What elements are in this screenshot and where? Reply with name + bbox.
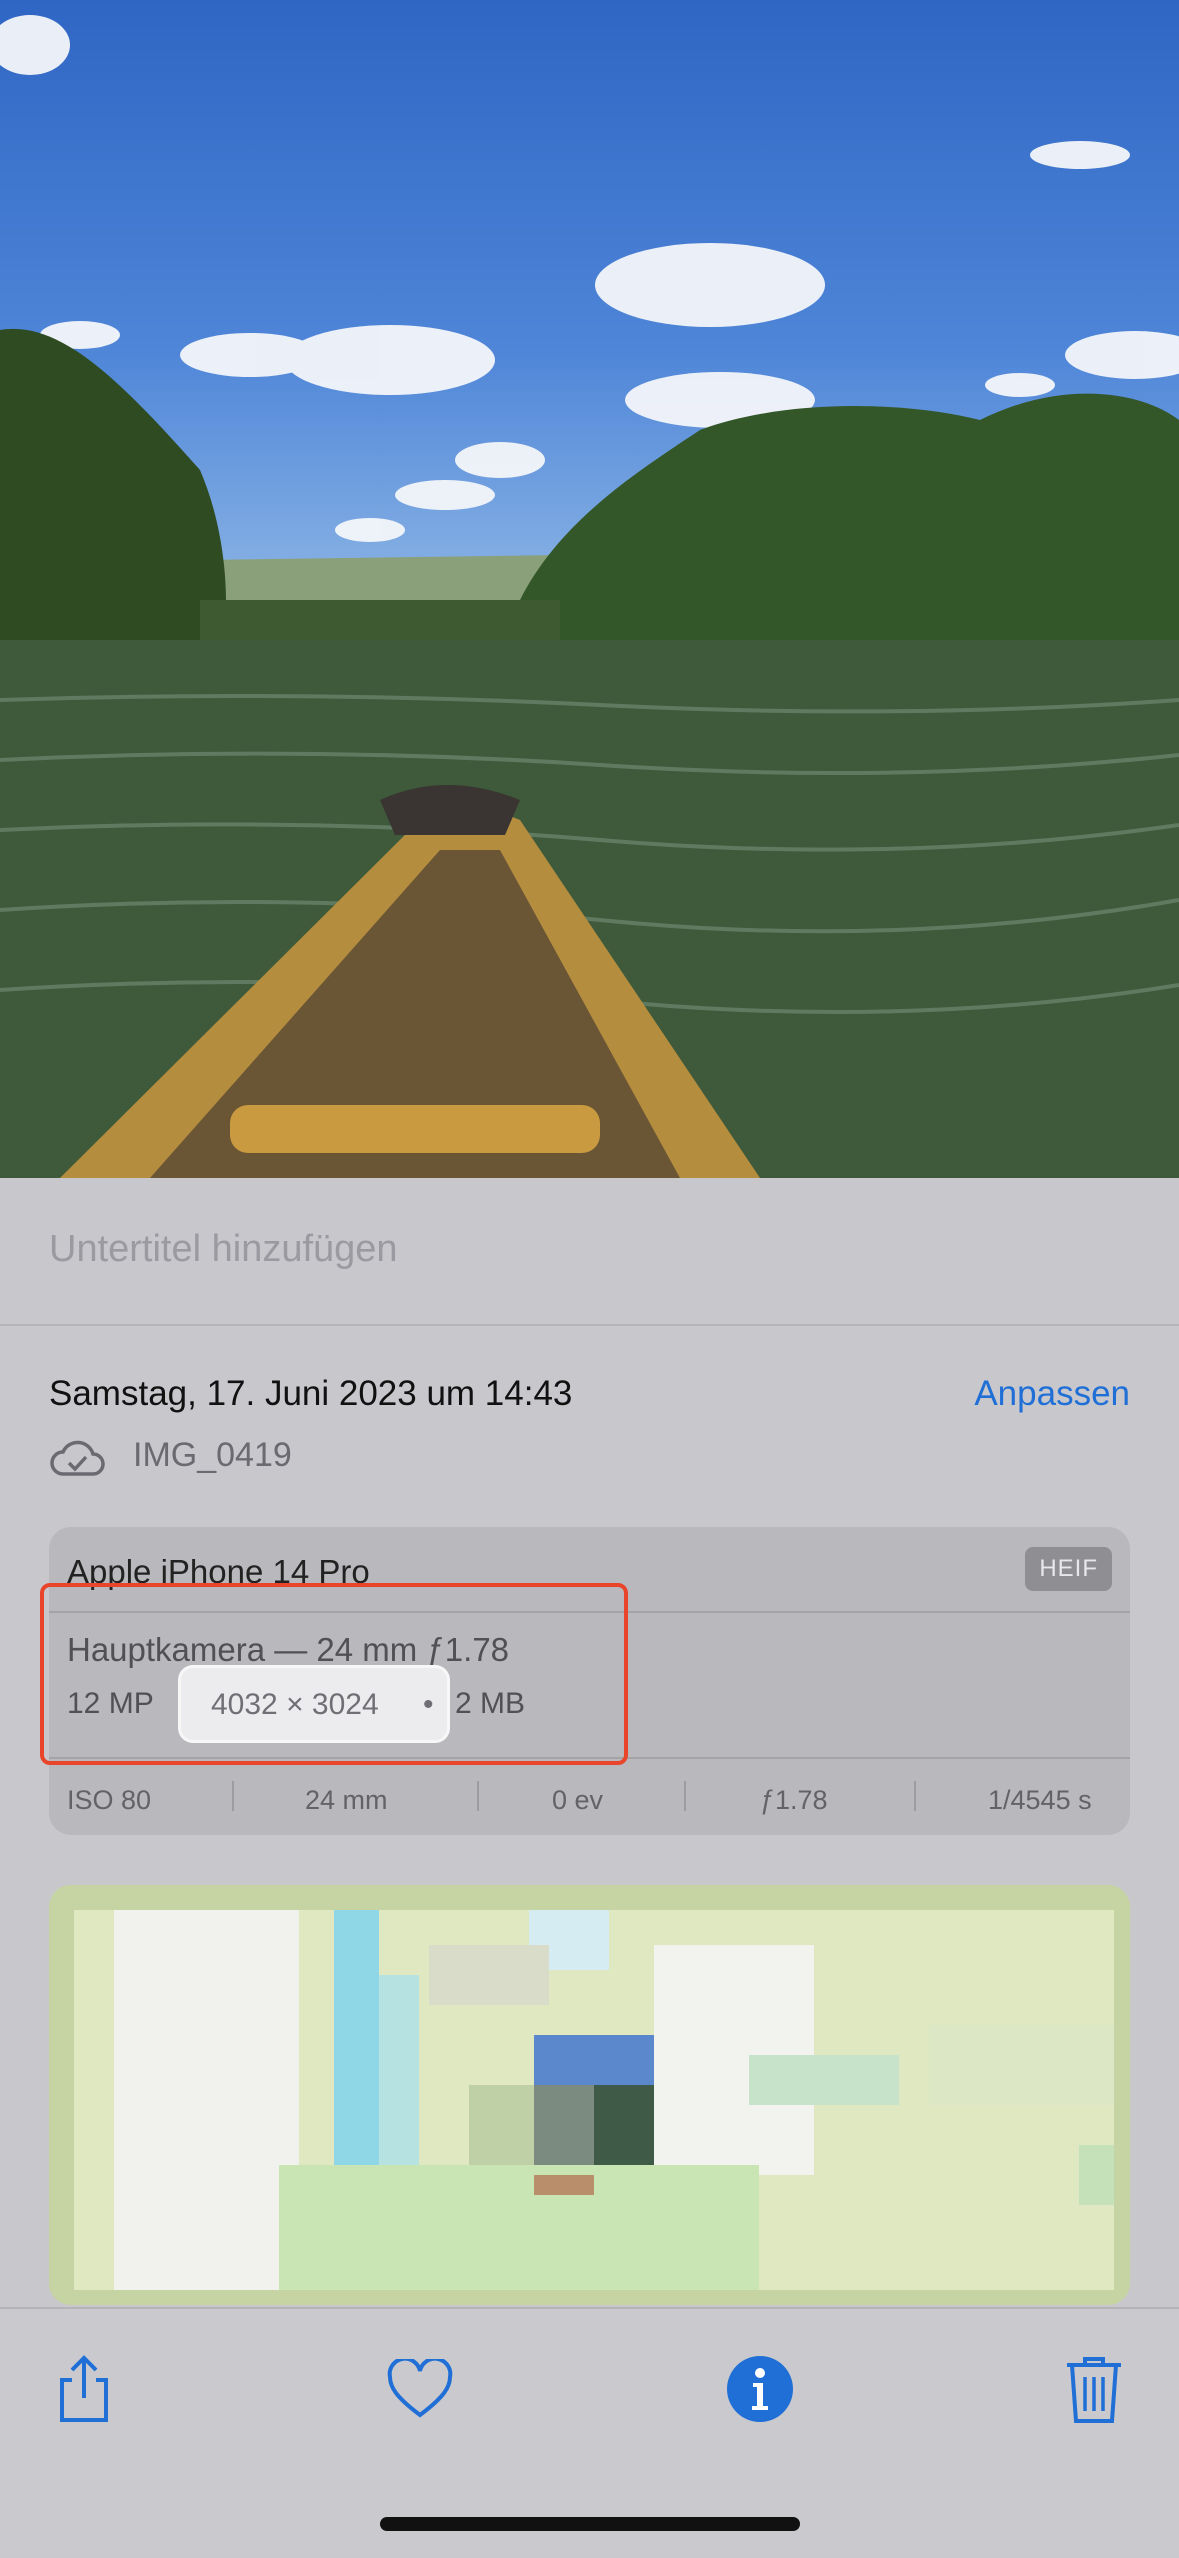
caption-field[interactable]: Untertitel hinzufügen <box>0 1178 1179 1326</box>
location-map[interactable] <box>49 1885 1130 2305</box>
iso-value: ISO 80 <box>67 1785 152 1815</box>
photo-preview[interactable] <box>0 0 1179 1178</box>
filename: IMG_0419 <box>133 1436 292 1474</box>
adjust-button[interactable]: Anpassen <box>974 1374 1130 1414</box>
caption-placeholder: Untertitel hinzufügen <box>49 1228 398 1270</box>
share-button[interactable] <box>44 2349 124 2429</box>
home-indicator[interactable] <box>380 2517 800 2531</box>
exposure-value: 0 ev <box>552 1785 604 1815</box>
delete-button[interactable] <box>1054 2349 1134 2429</box>
heart-icon <box>387 2359 453 2418</box>
divider <box>232 1781 234 1811</box>
trash-icon <box>1067 2357 1121 2423</box>
aperture-value: ƒ1.78 <box>760 1785 828 1815</box>
divider <box>477 1781 479 1811</box>
favorite-button[interactable] <box>380 2349 460 2429</box>
divider <box>684 1781 686 1811</box>
capture-date: Samstag, 17. Juni 2023 um 14:43 <box>49 1374 573 1413</box>
share-icon <box>60 2355 108 2422</box>
shutter-speed: 1/4545 s <box>988 1785 1092 1815</box>
info-button[interactable] <box>720 2349 800 2429</box>
exif-settings-row: ISO 80 24 mm 0 ev ƒ1.78 1/4545 s <box>49 1757 1130 1835</box>
divider <box>914 1781 916 1811</box>
info-icon <box>727 2356 793 2422</box>
focal-length: 24 mm <box>305 1785 388 1815</box>
highlight-box <box>40 1583 628 1765</box>
format-badge: HEIF <box>1025 1547 1112 1591</box>
icloud-check-icon <box>50 1440 105 1476</box>
